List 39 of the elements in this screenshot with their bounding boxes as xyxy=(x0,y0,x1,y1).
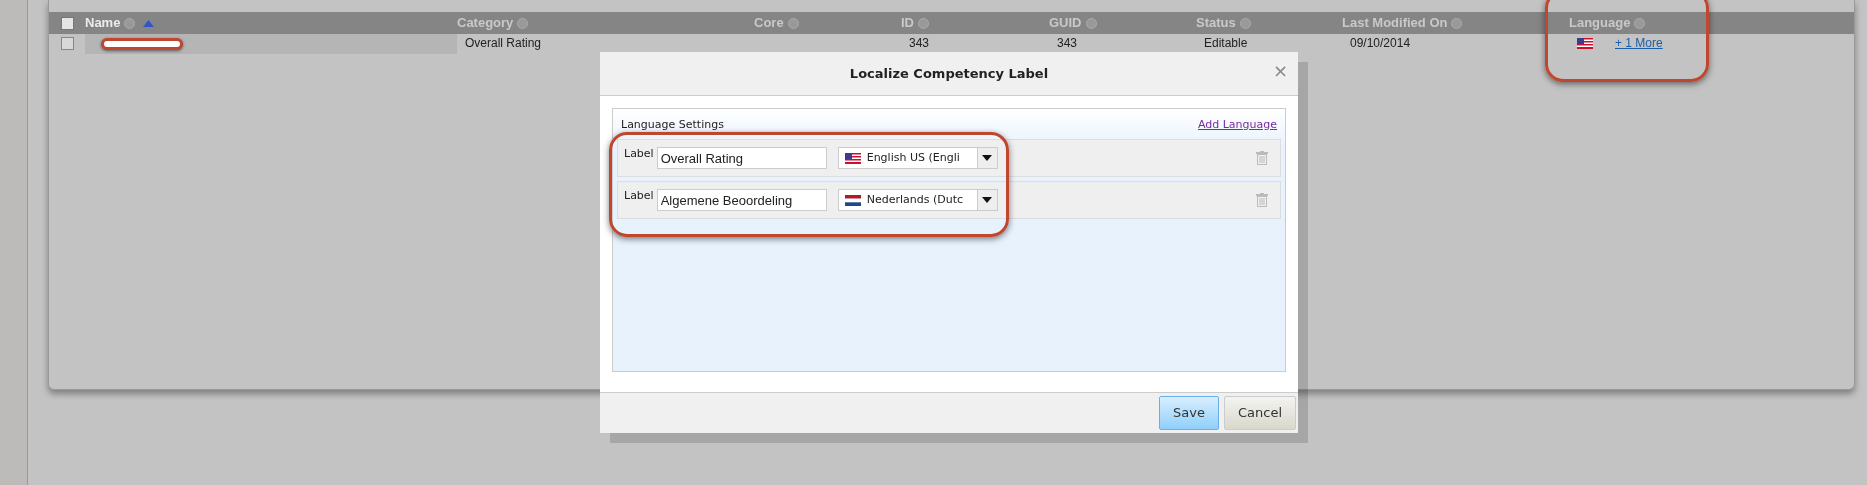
help-icon[interactable] xyxy=(918,17,929,29)
column-header[interactable]: GUID xyxy=(1049,13,1082,33)
select-all-checkbox[interactable] xyxy=(60,16,74,30)
save-button[interactable]: Save xyxy=(1159,396,1219,430)
help-icon[interactable] xyxy=(124,17,136,29)
trash-icon[interactable] xyxy=(1256,193,1268,207)
language-select[interactable]: Nederlands (Dutc xyxy=(837,189,998,211)
help-icon[interactable] xyxy=(1451,17,1463,29)
table-cell: 343 xyxy=(909,36,930,50)
add-language-link[interactable]: Add Language xyxy=(1197,116,1277,134)
help-icon[interactable] xyxy=(1239,17,1251,29)
dialog-title: Localize Competency Label xyxy=(849,64,1049,83)
section-title: Language Settings xyxy=(621,116,724,133)
table-cell: Overall Rating xyxy=(465,36,542,50)
label-input[interactable]: Overall Rating xyxy=(656,147,827,169)
column-header[interactable]: Category xyxy=(457,13,514,33)
help-icon[interactable] xyxy=(787,17,799,29)
column-header[interactable]: Last Modified On xyxy=(1342,13,1448,33)
label-input[interactable]: Algemene Beoordeling xyxy=(656,189,827,211)
row-checkbox[interactable] xyxy=(60,37,74,50)
trash-icon[interactable] xyxy=(1256,151,1268,165)
more-languages-link[interactable]: + 1 More xyxy=(1615,36,1663,50)
column-header[interactable]: Core xyxy=(754,13,784,33)
help-icon[interactable] xyxy=(1634,17,1646,29)
language-select[interactable]: English US (Engli xyxy=(837,147,998,169)
table-cell: Editable xyxy=(1204,36,1248,50)
table-cell: 343 xyxy=(1057,36,1078,50)
column-header[interactable]: Status xyxy=(1196,13,1236,33)
help-icon[interactable] xyxy=(517,17,529,29)
close-button[interactable]: × xyxy=(1272,62,1288,80)
table-cell: 09/10/2014 xyxy=(1350,36,1411,50)
column-header[interactable]: Language xyxy=(1569,13,1631,33)
field-label: Label xyxy=(624,146,654,162)
help-icon[interactable] xyxy=(1085,17,1097,29)
cancel-button[interactable]: Cancel xyxy=(1223,396,1296,430)
sort-ascending-icon[interactable] xyxy=(143,19,155,27)
field-label: Label xyxy=(624,188,654,204)
column-header[interactable]: Name xyxy=(85,13,121,33)
column-header[interactable]: ID xyxy=(901,13,914,33)
